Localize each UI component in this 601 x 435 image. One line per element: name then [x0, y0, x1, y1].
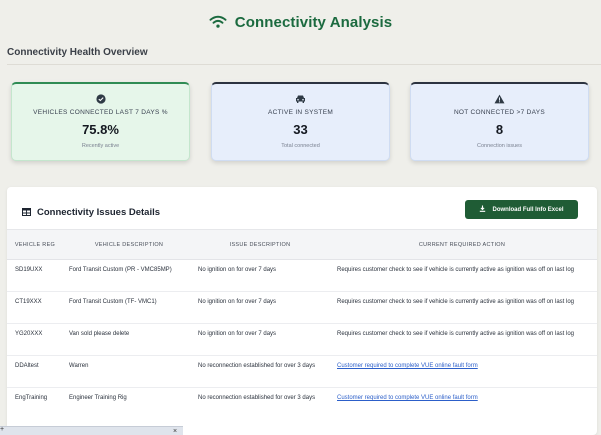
- table-row: CT19XXX Ford Transit Custom (TF- VMC1) N…: [7, 292, 597, 324]
- table-row: YG20XXX Van sold please delete No igniti…: [7, 324, 597, 356]
- cell-required-action: Requires customer check to see if vehicl…: [337, 299, 574, 305]
- kpi-card-not-connected: NOT CONNECTED >7 DAYS 8 Connection issue…: [410, 82, 589, 161]
- table-header: VEHICLE REG VEHICLE DESCRIPTION ISSUE DE…: [7, 229, 597, 260]
- kpi-value: 33: [293, 122, 308, 137]
- download-button-label: Download Full Info Excel: [492, 206, 564, 213]
- table-icon: [22, 203, 31, 221]
- table-row: EngTraining Engineer Training Rig No rec…: [7, 388, 597, 420]
- cell-required-action: Requires customer check to see if vehicl…: [337, 331, 574, 337]
- download-icon: [479, 205, 486, 214]
- kpi-subtext: Total connected: [281, 143, 320, 149]
- column-header-vehicle-description: VEHICLE DESCRIPTION: [94, 241, 164, 248]
- kpi-card-connected: VEHICLES CONNECTED LAST 7 DAYS % 75.8% R…: [11, 82, 190, 161]
- page-title: Connectivity Analysis: [234, 13, 393, 31]
- close-icon[interactable]: ×: [170, 427, 180, 435]
- cell-vehicle-reg: EngTraining: [15, 395, 48, 401]
- fault-form-link[interactable]: Customer required to complete VUE online…: [337, 363, 478, 369]
- plus-icon[interactable]: +: [0, 426, 4, 433]
- warning-icon: [494, 93, 505, 104]
- issues-panel-header: Connectivity Issues Details Download Ful…: [7, 187, 597, 229]
- cell-required-action: Customer required to complete VUE online…: [337, 362, 587, 372]
- app-header: Connectivity Analysis: [0, 8, 601, 36]
- cell-issue-description: No ignition on for over 7 days: [198, 331, 277, 337]
- cell-issue-description: No ignition on for over 7 days: [198, 267, 277, 273]
- bottom-toolbar: [0, 426, 183, 435]
- table-row: DDAltest Warren No reconnection establis…: [7, 356, 597, 388]
- cell-required-action: Requires customer check to see if vehicl…: [337, 267, 574, 273]
- cell-vehicle-description: Ford Transit Custom (PR - VMC85MP): [69, 267, 172, 273]
- cell-issue-description: No reconnection established for over 3 d…: [198, 363, 316, 369]
- kpi-value: 75.8%: [82, 122, 119, 137]
- column-header-required-action: CURRENT REQUIRED ACTION: [418, 241, 506, 248]
- cell-vehicle-description: Warren: [69, 363, 89, 369]
- kpi-subtext: Connection issues: [477, 143, 522, 149]
- cell-vehicle-reg: CT19XXX: [15, 299, 42, 305]
- issues-title: Connectivity Issues Details: [37, 206, 161, 218]
- car-icon: [295, 93, 306, 104]
- cell-vehicle-reg: DDAltest: [15, 363, 39, 369]
- column-header-vehicle-reg: VEHICLE REG: [14, 241, 56, 248]
- wifi-icon: [209, 15, 227, 28]
- cell-vehicle-reg: YG20XXX: [15, 331, 43, 337]
- cell-vehicle-description: Engineer Training Rig: [69, 395, 127, 401]
- cell-vehicle-reg: SD19UXX: [15, 267, 43, 273]
- download-excel-button[interactable]: Download Full Info Excel: [465, 200, 578, 219]
- issues-panel: Connectivity Issues Details Download Ful…: [7, 187, 597, 435]
- issues-title-wrap: Connectivity Issues Details: [22, 203, 160, 221]
- cell-issue-description: No ignition on for over 7 days: [198, 299, 277, 305]
- table-row: SD19UXX Ford Transit Custom (PR - VMC85M…: [7, 260, 597, 292]
- fault-form-link[interactable]: Customer required to complete VUE online…: [337, 395, 478, 401]
- overview-title: Connectivity Health Overview: [7, 47, 148, 58]
- cell-vehicle-description: Ford Transit Custom (TF- VMC1): [69, 299, 157, 305]
- kpi-card-active: ACTIVE IN SYSTEM 33 Total connected: [211, 82, 390, 161]
- cell-issue-description: No reconnection established for over 3 d…: [198, 395, 316, 401]
- cell-required-action: Customer required to complete VUE online…: [337, 394, 587, 404]
- section-divider: [7, 64, 601, 65]
- kpi-label: ACTIVE IN SYSTEM: [267, 109, 334, 116]
- column-header-issue-description: ISSUE DESCRIPTION: [229, 241, 291, 248]
- cell-vehicle-description: Van sold please delete: [69, 331, 130, 337]
- kpi-subtext: Recently active: [81, 143, 120, 149]
- kpi-label: NOT CONNECTED >7 DAYS: [453, 109, 546, 116]
- kpi-value: 8: [495, 122, 504, 137]
- kpi-label: VEHICLES CONNECTED LAST 7 DAYS %: [33, 109, 168, 116]
- check-circle-icon: [95, 93, 106, 104]
